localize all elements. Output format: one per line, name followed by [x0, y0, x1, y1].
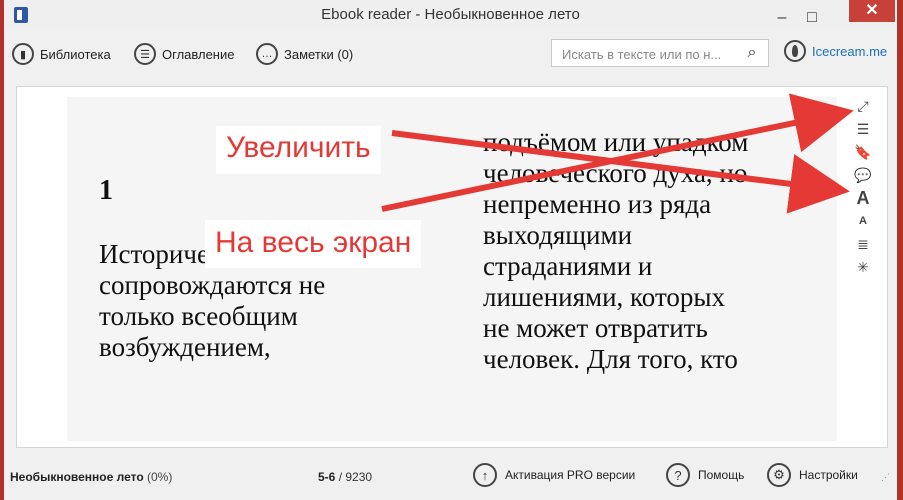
status-book-title: Необыкновенное лето (0%) — [10, 470, 172, 484]
font-increase-icon[interactable]: A — [851, 187, 875, 210]
text-line: страданиями и — [483, 251, 653, 281]
total-pages: / 9230 — [338, 470, 373, 484]
search-box: ⌕ — [551, 39, 769, 67]
notes-button[interactable]: … Заметки (0) — [256, 41, 353, 67]
chapter-number: 1 — [99, 175, 113, 206]
maximize-button[interactable]: □ — [797, 6, 827, 30]
text-line: возбуждением, — [99, 332, 271, 362]
text-line: только всеобщим — [99, 301, 298, 331]
toolbar: ▮ Библиотека ☰ Оглавление … Заметки (0) … — [4, 30, 897, 80]
help-button[interactable]: ? Помощь — [666, 463, 744, 487]
contents-icon[interactable]: ☰ — [851, 118, 875, 141]
bookmark-icon[interactable]: 🔖 — [851, 141, 875, 164]
page-counter: 5-6 / 9230 — [318, 470, 372, 484]
text-line: подъёмом или упадком — [483, 127, 749, 157]
close-button[interactable]: ✕ — [849, 0, 895, 22]
book-icon: ▮ — [12, 43, 34, 65]
font-decrease-icon[interactable]: A — [851, 210, 875, 233]
resize-grip-icon[interactable]: ⋰ — [881, 472, 891, 482]
reading-pane: 1 Исторические события сопровождаются не… — [16, 86, 888, 448]
icecream-logo-icon — [784, 40, 806, 62]
text-line: человеческого духа, но — [483, 158, 748, 188]
gear-icon: ⚙ — [767, 463, 791, 487]
window-border-right — [897, 0, 903, 500]
library-button[interactable]: ▮ Библиотека — [12, 41, 111, 67]
search-input[interactable] — [560, 41, 742, 67]
minimize-button[interactable]: – — [767, 6, 797, 30]
settings-label: Настройки — [799, 468, 858, 482]
text-layout-icon[interactable]: ≣ — [851, 233, 875, 256]
text-line: выходящими — [483, 220, 633, 250]
contents-button[interactable]: ☰ Оглавление — [134, 41, 234, 67]
text-line: не может отвратить — [483, 313, 708, 343]
text-line: сопровождаются не — [99, 270, 326, 300]
annotation-fullscreen: На весь экран — [205, 220, 422, 268]
side-toolbar: ⤢ ☰ 🔖 💬 A A ≣ ✳ — [851, 95, 875, 279]
book-title: Необыкновенное лето — [10, 470, 144, 484]
text-column-right: подъёмом или упадком человеческого духа,… — [483, 127, 813, 375]
window-title: Ebook reader - Необыкновенное лето — [321, 6, 580, 23]
book-page[interactable]: 1 Исторические события сопровождаются не… — [67, 97, 837, 441]
brand-link[interactable]: Icecream.me — [784, 40, 887, 62]
notes-label: Заметки (0) — [284, 46, 354, 62]
help-label: Помощь — [698, 468, 745, 482]
title-bar: Ebook reader - Необыкновенное лето – □ ✕ — [4, 0, 897, 31]
notes-icon[interactable]: 💬 — [851, 164, 875, 187]
notes-icon: … — [256, 43, 278, 65]
text-line: человек. Для того, кто — [483, 344, 738, 374]
annotation-zoom: Увеличить — [216, 126, 381, 174]
question-icon: ? — [666, 463, 690, 487]
pro-label: Активация PRO версии — [505, 468, 636, 482]
text-line: непременно из ряда — [483, 189, 712, 219]
brightness-icon[interactable]: ✳ — [851, 256, 875, 279]
current-pages: 5-6 — [318, 470, 336, 484]
fullscreen-icon[interactable]: ⤢ — [851, 95, 875, 118]
arrow-up-icon: ↑ — [473, 463, 497, 487]
pro-activation-button[interactable]: ↑ Активация PRO версии — [473, 463, 635, 487]
brand-label: Icecream.me — [812, 43, 888, 59]
list-icon: ☰ — [134, 43, 156, 65]
library-label: Библиотека — [40, 46, 111, 62]
status-bar: Необыкновенное лето (0%) 5-6 / 9230 ↑ Ак… — [4, 452, 897, 500]
book-progress: (0%) — [147, 470, 173, 484]
text-line: лишениями, которых — [483, 282, 726, 312]
settings-button[interactable]: ⚙ Настройки — [767, 463, 858, 487]
search-icon[interactable]: ⌕ — [742, 44, 762, 64]
contents-label: Оглавление — [162, 46, 235, 62]
